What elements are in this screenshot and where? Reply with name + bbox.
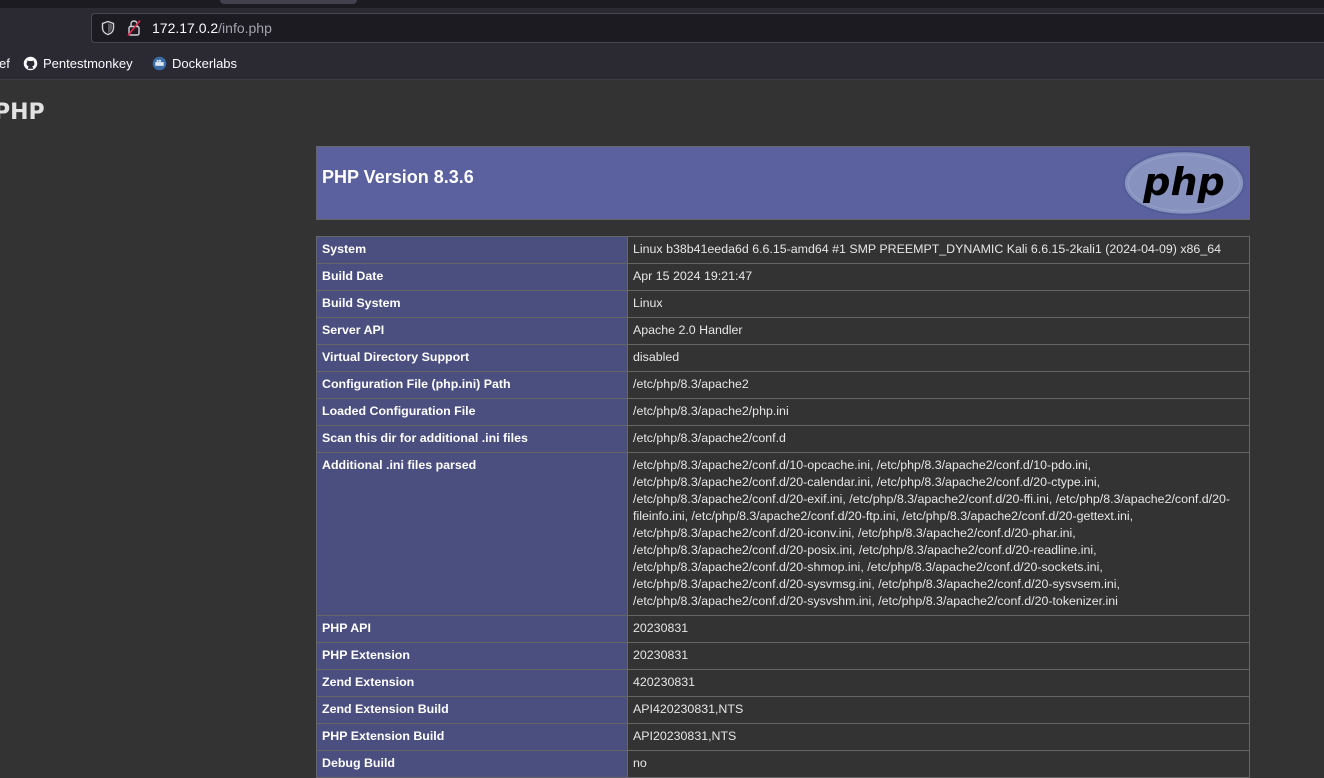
navigation-toolbar: 172.17.0.2/info.php (0, 8, 1324, 48)
info-key-cell: PHP Extension (316, 642, 628, 670)
github-icon (23, 56, 38, 71)
table-row: Configuration File (php.ini) Path/etc/ph… (316, 371, 1250, 399)
url-path: /info.php (218, 20, 272, 36)
info-value-cell: /etc/php/8.3/apache2/conf.d (627, 425, 1250, 453)
info-key-cell: Scan this dir for additional .ini files (316, 425, 628, 453)
info-key-cell: PHP API (316, 615, 628, 643)
info-key-cell: Server API (316, 317, 628, 345)
info-value-cell: Linux (627, 290, 1250, 318)
shield-icon[interactable] (100, 20, 116, 36)
table-row: System Linux b38b41eeda6d 6.6.15-amd64 #1… (316, 236, 1250, 264)
bookmark-partial[interactable]: ef (0, 56, 10, 72)
info-key-cell: System (316, 236, 628, 264)
address-bar[interactable]: 172.17.0.2/info.php (91, 13, 1324, 43)
table-row: Build System Linux (316, 290, 1250, 318)
php-version-title: PHP Version 8.3.6 (322, 167, 474, 187)
page-heading: PHP (0, 100, 45, 125)
info-key-cell: Additional .ini files parsed (316, 452, 628, 616)
info-key-cell: Zend Extension Build (316, 696, 628, 724)
table-row: Zend Extension Build API420230831,NTS (316, 696, 1250, 724)
table-row: Zend Extension 420230831 (316, 669, 1250, 697)
info-value-cell: disabled (627, 344, 1250, 372)
info-key-cell: Virtual Directory Support (316, 344, 628, 372)
table-row: Server API Apache 2.0 Handler (316, 317, 1250, 345)
info-key-cell: Build System (316, 290, 628, 318)
info-key-cell: Debug Build (316, 750, 628, 778)
info-value-cell: 20230831 (627, 615, 1250, 643)
url-text[interactable]: 172.17.0.2/info.php (152, 20, 272, 36)
bookmarks-toolbar: ef Pentestmonkey Dockerlabs (0, 48, 1324, 80)
table-row: Loaded Configuration File/etc/php/8.3/ap… (316, 398, 1250, 426)
info-key-cell: Loaded Configuration File (316, 398, 628, 426)
table-row: Scan this dir for additional .ini files /… (316, 425, 1250, 453)
table-row: Virtual Directory Support disabled (316, 344, 1250, 372)
info-value-cell: Linux b38b41eeda6d 6.6.15-amd64 #1 SMP P… (627, 236, 1250, 264)
php-logo-text: php (1142, 160, 1224, 204)
info-value-cell: API20230831,NTS (627, 723, 1250, 751)
table-row: PHP Extension 20230831 (316, 642, 1250, 670)
php-info-table: System Linux b38b41eeda6d 6.6.15-amd64 #1… (316, 236, 1250, 778)
bookmark-dockerlabs[interactable]: Dockerlabs (172, 56, 237, 72)
tab-strip (0, 0, 1324, 8)
info-key-cell: Zend Extension (316, 669, 628, 697)
info-value-cell: API420230831,NTS (627, 696, 1250, 724)
table-row: PHP Extension Build API20230831,NTS (316, 723, 1250, 751)
browser-tab[interactable] (220, 0, 357, 4)
table-row: Additional .ini files parsed/etc/php/8.3… (316, 452, 1250, 616)
bookmark-pentestmonkey[interactable]: Pentestmonkey (43, 56, 133, 72)
insecure-lock-icon[interactable] (126, 19, 142, 37)
info-value-cell: 420230831 (627, 669, 1250, 697)
info-value-cell: no (627, 750, 1250, 778)
url-host: 172.17.0.2 (152, 20, 219, 36)
php-logo[interactable]: php (1123, 150, 1245, 216)
info-key-cell: PHP Extension Build (316, 723, 628, 751)
info-value-cell: /etc/php/8.3/apache2/php.ini (627, 398, 1250, 426)
info-value-cell: /etc/php/8.3/apache2/conf.d/10-opcache.i… (627, 452, 1250, 616)
info-value-cell: Apache 2.0 Handler (627, 317, 1250, 345)
php-version-header: PHP Version 8.3.6 php (316, 146, 1250, 220)
table-row: Debug Build no (316, 750, 1250, 778)
table-row: Build Date Apr 15 2024 19:21:47 (316, 263, 1250, 291)
info-key-cell: Build Date (316, 263, 628, 291)
table-row: PHP API 20230831 (316, 615, 1250, 643)
info-value-cell: Apr 15 2024 19:21:47 (627, 263, 1250, 291)
dockerlabs-icon (152, 56, 167, 71)
info-key-cell: Configuration File (php.ini) Path (316, 371, 628, 399)
info-value-cell: /etc/php/8.3/apache2 (627, 371, 1250, 399)
info-value-cell: 20230831 (627, 642, 1250, 670)
